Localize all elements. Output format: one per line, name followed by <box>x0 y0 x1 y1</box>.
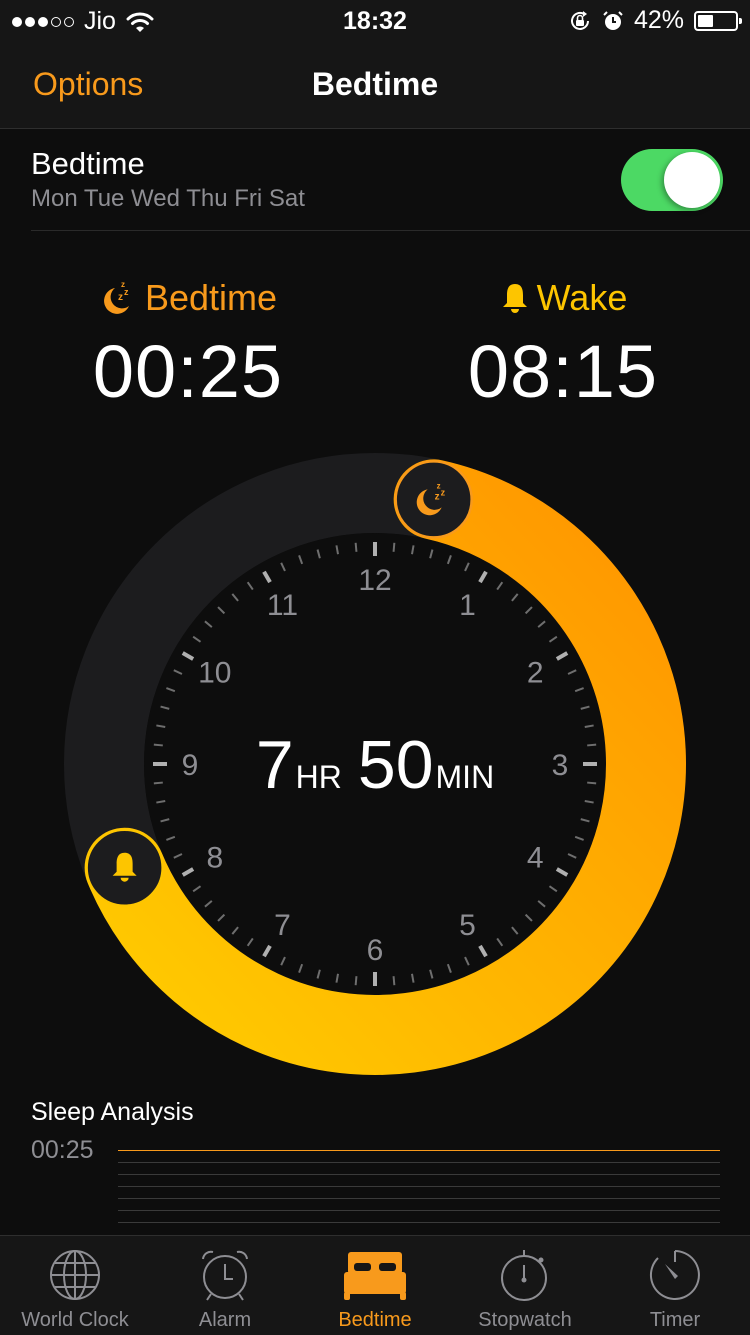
tab-bar: World Clock Alarm Bedtime Stopwatch Time… <box>0 1235 750 1335</box>
wake-block: Wake 08:15 <box>413 275 713 414</box>
hour-number: 8 <box>206 842 223 875</box>
bell-icon <box>502 284 527 313</box>
duration-minutes-unit: MIN <box>436 759 495 795</box>
bedtime-switch[interactable] <box>621 149 723 211</box>
minute-tick <box>354 976 358 986</box>
tab-alarm[interactable]: Alarm <box>150 1236 300 1335</box>
wake-label-row: Wake <box>413 275 713 321</box>
minute-tick <box>153 743 163 747</box>
alarm-clock-icon <box>202 1250 248 1301</box>
minute-tick <box>354 542 358 552</box>
minute-tick <box>587 781 597 785</box>
tab-label: Bedtime <box>338 1309 412 1331</box>
hour-number: 2 <box>527 657 544 690</box>
tab-label: Stopwatch <box>478 1309 572 1331</box>
minute-tick <box>587 743 597 747</box>
bedtime-toggle-title: Bedtime <box>31 146 145 181</box>
hour-number: 10 <box>198 657 231 690</box>
sleep-grid-line <box>118 1162 720 1163</box>
hour-number: 7 <box>274 909 291 942</box>
svg-text:z: z <box>437 481 441 490</box>
duration-minutes: 50 <box>358 727 434 803</box>
tab-timer[interactable]: Timer <box>600 1236 750 1335</box>
bedtime-handle[interactable]: z z z <box>394 460 473 539</box>
duration-hours-unit: HR <box>296 759 342 795</box>
wake-handle[interactable] <box>85 828 164 907</box>
sleep-analysis-time: 00:25 <box>31 1136 94 1164</box>
svg-text:z: z <box>121 280 125 289</box>
sleep-analysis-title: Sleep Analysis <box>31 1098 194 1126</box>
bedtime-label: Bedtime <box>144 277 278 318</box>
tab-bedtime[interactable]: Bedtime <box>300 1236 450 1335</box>
rotation-lock-icon <box>570 10 589 30</box>
battery-icon <box>694 10 742 31</box>
bed-icon <box>344 1252 406 1300</box>
tab-label: Timer <box>649 1309 701 1331</box>
hour-number: 1 <box>459 589 476 622</box>
svg-text:z: z <box>435 491 440 502</box>
stopwatch-icon <box>501 1250 547 1301</box>
tab-label: Alarm <box>198 1309 252 1331</box>
sleep-grid-line <box>118 1174 720 1175</box>
page-title: Bedtime <box>311 66 439 102</box>
sleep-line-bedtime <box>118 1150 720 1151</box>
bedtime-handle-circle <box>394 460 473 539</box>
bedtime-label-row: z z z Bedtime <box>38 275 338 321</box>
svg-text:z: z <box>118 292 123 303</box>
minute-tick <box>392 976 396 986</box>
sleep-analysis-chart <box>118 1150 720 1235</box>
bedtime-dial[interactable]: 121234567891011 z z z 7HR 50MIN <box>0 440 750 1090</box>
hour-number: 4 <box>527 842 544 875</box>
alarm-clock-icon <box>603 10 623 30</box>
battery-percent: 42% <box>633 6 684 34</box>
hour-number: 3 <box>552 749 569 782</box>
hour-number: 5 <box>459 909 476 942</box>
hour-number: 9 <box>182 749 199 782</box>
wake-value: 08:15 <box>467 330 659 413</box>
svg-text:z: z <box>441 487 446 497</box>
hour-number: 11 <box>267 589 298 622</box>
status-right: 42% <box>568 6 742 35</box>
globe-icon <box>50 1250 100 1300</box>
sleep-grid-line <box>118 1198 720 1199</box>
duration-hours: 7 <box>256 727 294 803</box>
tab-world-clock[interactable]: World Clock <box>0 1236 150 1335</box>
minute-tick <box>392 542 396 552</box>
tab-label: World Clock <box>21 1309 129 1331</box>
hour-number: 12 <box>358 564 391 597</box>
switch-knob <box>664 152 720 208</box>
bedtime-toggle-row: Bedtime Mon Tue Wed Thu Fri Sat <box>31 130 750 231</box>
timer-icon <box>649 1250 700 1300</box>
hour-number: 6 <box>367 934 384 967</box>
bedtime-block: z z z Bedtime 00:25 <box>38 275 338 414</box>
sleep-grid-line <box>118 1222 720 1223</box>
sleep-grid-line <box>118 1210 720 1211</box>
moon-zzz-icon: z z z <box>104 280 129 314</box>
sleep-grid-line <box>118 1186 720 1187</box>
minute-tick <box>153 781 163 785</box>
bedtime-value: 00:25 <box>92 330 284 413</box>
bedtime-days: Mon Tue Wed Thu Fri Sat <box>31 185 305 212</box>
tab-stopwatch[interactable]: Stopwatch <box>450 1236 600 1335</box>
wake-label: Wake <box>536 277 628 318</box>
status-bar: Jio 18:32 42% <box>0 0 750 42</box>
battery-fill <box>698 14 714 27</box>
navigation-bar: Options Bedtime <box>0 42 750 129</box>
